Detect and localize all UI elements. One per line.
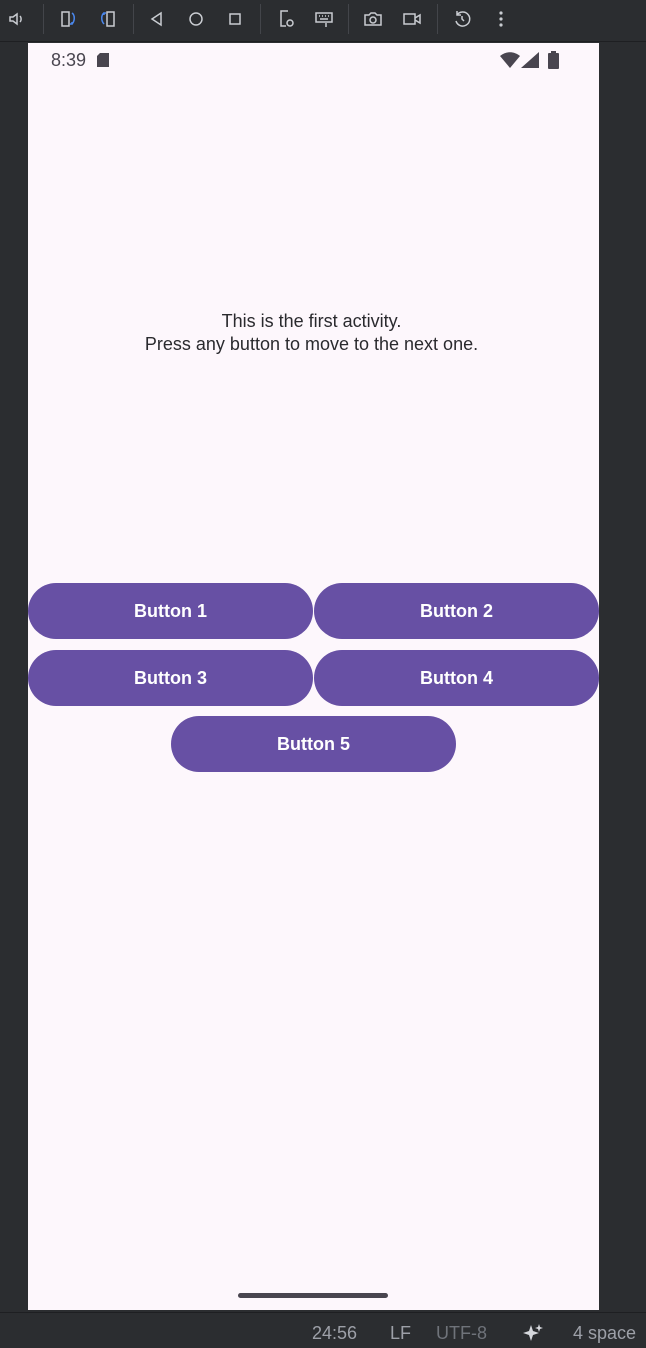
- toolbar-divider: [43, 4, 44, 34]
- toolbar-divider: [133, 4, 134, 34]
- button-2[interactable]: Button 2: [314, 583, 599, 639]
- indent-setting[interactable]: 4 space: [573, 1323, 636, 1344]
- emulator-toolbar: [0, 0, 646, 42]
- reset-icon[interactable]: [449, 6, 475, 32]
- device-screen: 8:39 This is the first activity. Press a…: [28, 43, 599, 1310]
- caret-position[interactable]: 24:56: [312, 1323, 357, 1344]
- button-1[interactable]: Button 1: [28, 583, 313, 639]
- sd-card-icon: [97, 53, 109, 67]
- video-record-icon[interactable]: [399, 6, 425, 32]
- more-icon[interactable]: [488, 6, 514, 32]
- ide-status-bar: 24:56 LF UTF-8 4 space: [0, 1312, 646, 1348]
- toolbar-divider: [260, 4, 261, 34]
- toolbar-divider: [348, 4, 349, 34]
- message-line-2: Press any button to move to the next one…: [144, 334, 479, 354]
- status-time: 8:39: [51, 50, 87, 70]
- home-icon[interactable]: [183, 6, 209, 32]
- signal-icon: [521, 52, 539, 68]
- rotate-left-icon[interactable]: [55, 6, 81, 32]
- button-4[interactable]: Button 4: [314, 650, 599, 706]
- device-settings-icon[interactable]: [273, 6, 299, 32]
- activity-message: This is the first activity. Press any bu…: [28, 310, 595, 356]
- message-line-1: This is the first activity.: [221, 311, 402, 331]
- volume-icon[interactable]: [4, 6, 30, 32]
- toolbar-divider: [437, 4, 438, 34]
- rotate-right-icon[interactable]: [95, 6, 121, 32]
- line-separator[interactable]: LF: [390, 1323, 411, 1344]
- wifi-icon: [500, 52, 520, 68]
- battery-icon: [548, 51, 559, 69]
- keyboard-icon[interactable]: [311, 6, 337, 32]
- button-3[interactable]: Button 3: [28, 650, 313, 706]
- gesture-navigation-bar[interactable]: [238, 1293, 388, 1298]
- camera-icon[interactable]: [360, 6, 386, 32]
- file-encoding[interactable]: UTF-8: [436, 1323, 487, 1344]
- button-5[interactable]: Button 5: [171, 716, 456, 772]
- overview-icon[interactable]: [222, 6, 248, 32]
- back-icon[interactable]: [144, 6, 170, 32]
- ai-assistant-icon[interactable]: [522, 1322, 544, 1344]
- android-status-bar: 8:39: [28, 43, 599, 77]
